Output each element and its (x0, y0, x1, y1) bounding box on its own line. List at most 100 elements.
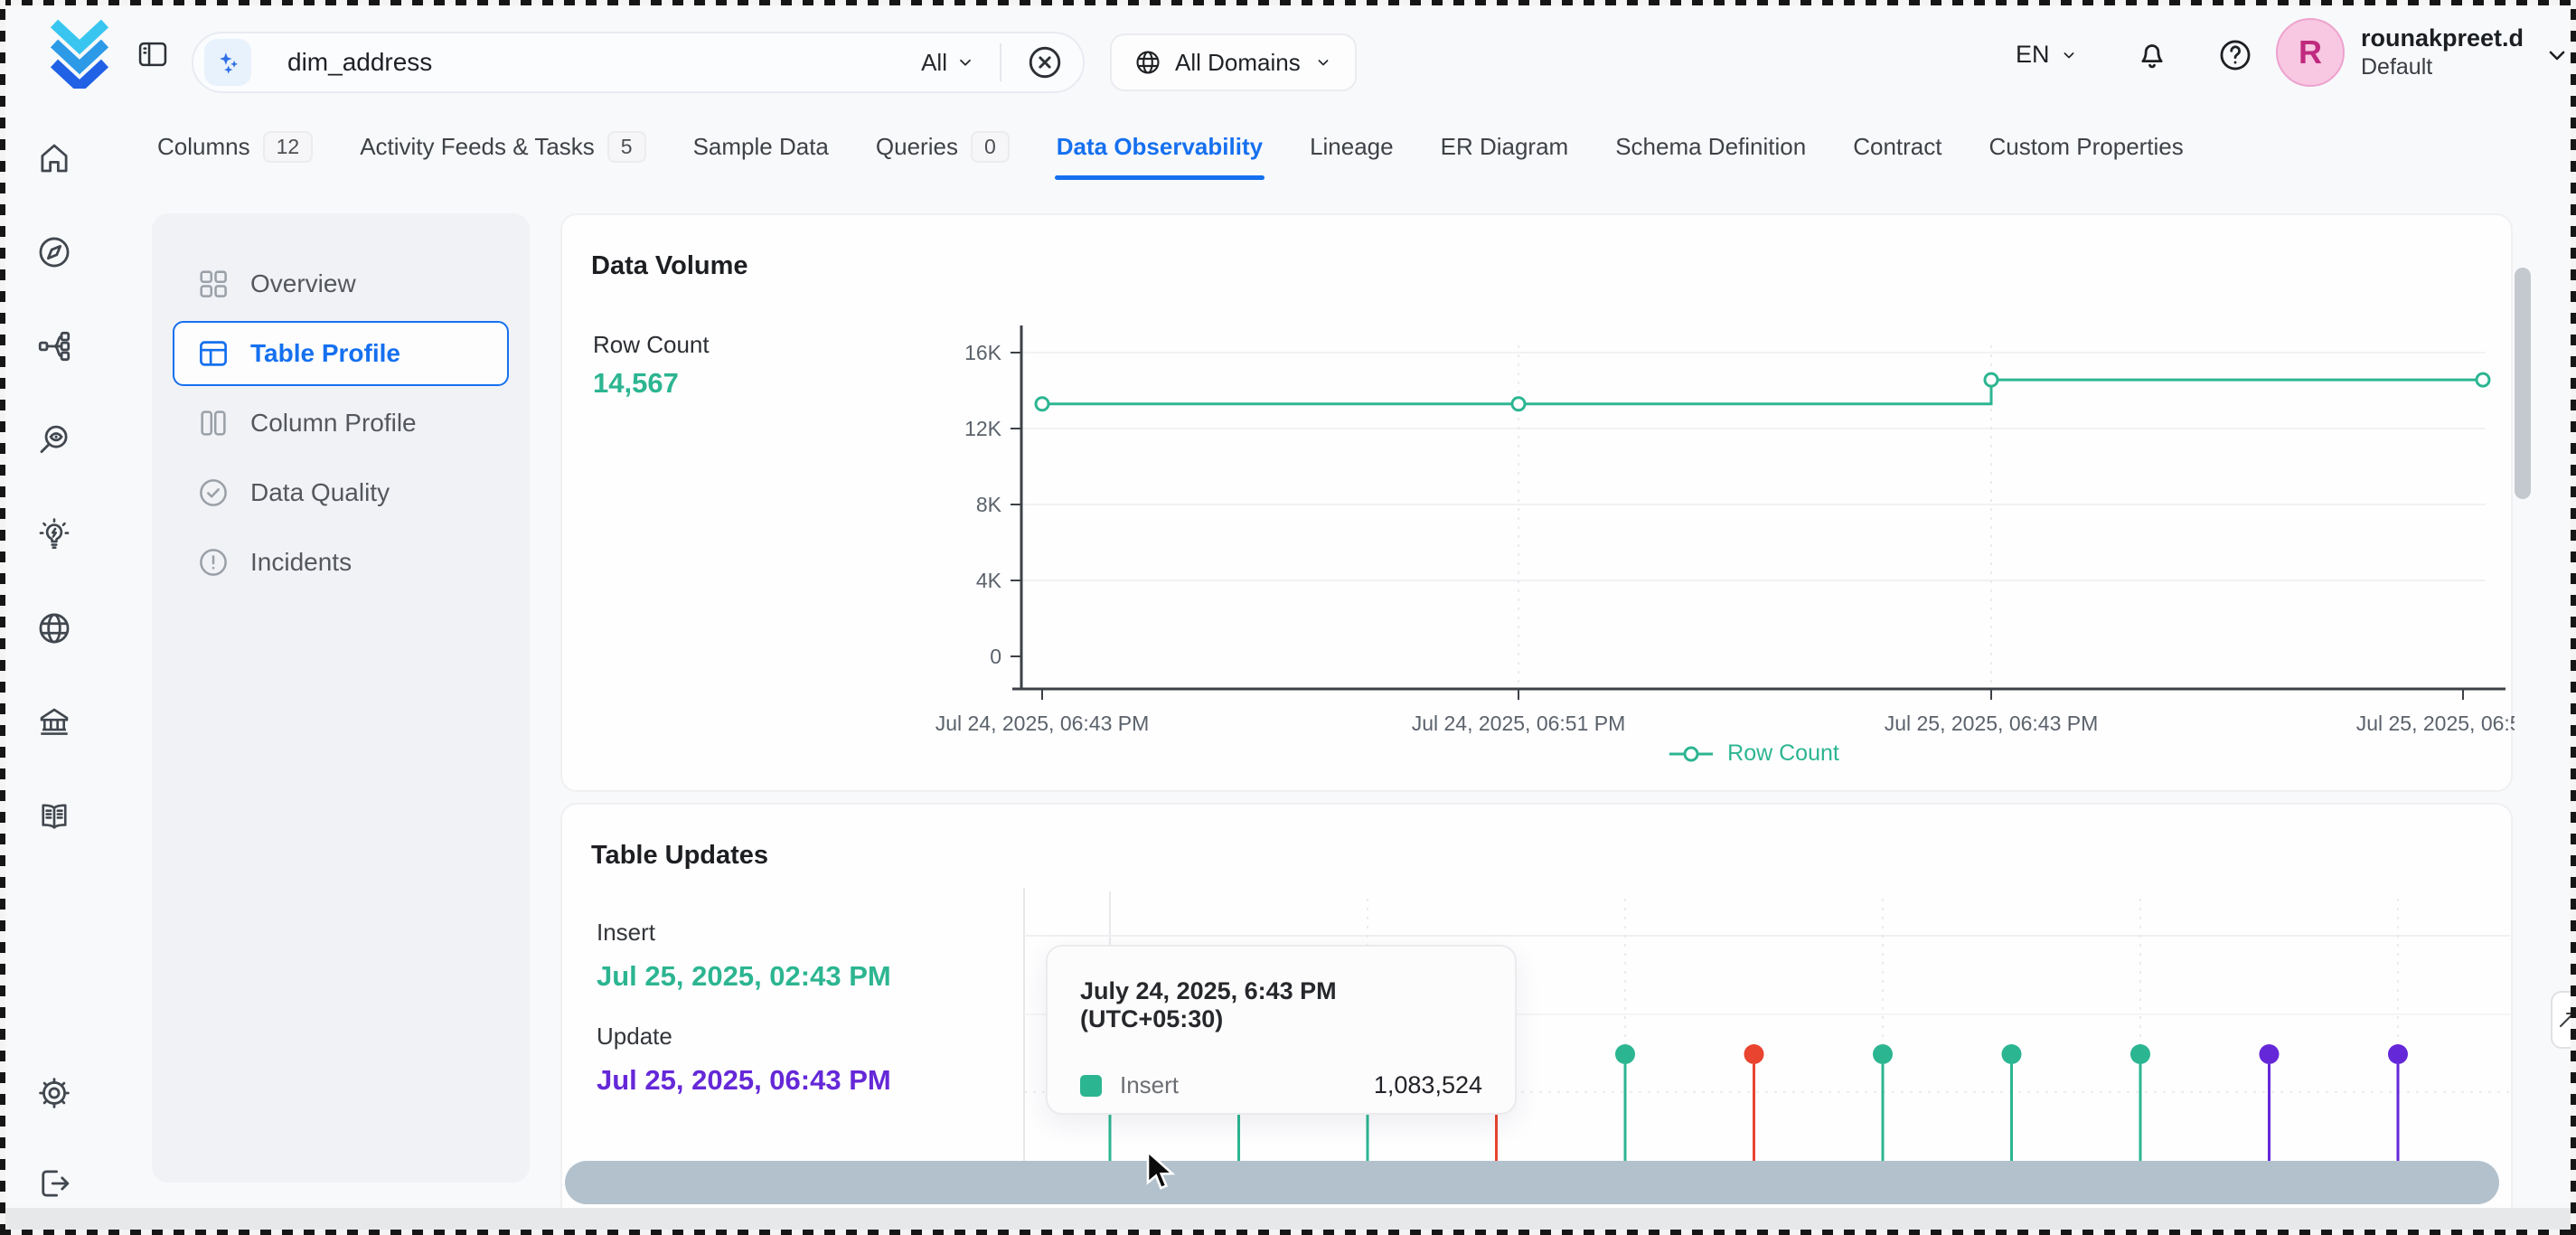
tab-label: Contract (1853, 133, 1941, 161)
tab-label: ER Diagram (1441, 133, 1569, 161)
data-volume-card: Data Volume Row Count 14,567 04K8K12K16K… (560, 213, 2513, 792)
chart-tooltip: July 24, 2025, 6:43 PM (UTC+05:30) Inser… (1046, 945, 1517, 1115)
svg-text:0: 0 (990, 645, 1001, 668)
globe-icon (35, 609, 73, 647)
tab-sample-data[interactable]: Sample Data (691, 108, 831, 184)
row-count-line-chart[interactable]: 04K8K12K16KJul 24, 2025, 06:43 PMJul 24,… (562, 215, 2515, 794)
rail-item-flow[interactable] (35, 327, 73, 365)
rail-item-bank[interactable] (35, 703, 73, 741)
tab-label: Custom Properties (1988, 133, 2183, 161)
edge-expand-widget[interactable] (2551, 991, 2576, 1049)
chevron-down-icon (1313, 52, 1333, 72)
rail-item-logout[interactable] (35, 1164, 73, 1202)
legend-line-icon (1668, 744, 1715, 764)
subnav-item-label: Table Profile (250, 339, 400, 368)
subnav-item-overview[interactable]: Overview (173, 251, 509, 316)
grid-icon (196, 267, 230, 301)
tab-label: Data Observability (1057, 133, 1263, 161)
app-logo (40, 18, 119, 93)
rail-item-bulb[interactable] (35, 515, 73, 553)
tab-schema-definition[interactable]: Schema Definition (1613, 108, 1808, 184)
tooltip-row: Insert 1,083,524 (1080, 1071, 1482, 1099)
user-menu[interactable]: R rounakpreet.d Default (2276, 18, 2524, 87)
rail-item-compass[interactable] (35, 233, 73, 271)
gear-icon (35, 1074, 73, 1112)
search-divider (1000, 43, 1001, 81)
book-icon (35, 797, 73, 835)
subnav-item-incidents[interactable]: Incidents (173, 530, 509, 595)
help-icon (2216, 36, 2254, 74)
horizontal-scrollbar-thumb[interactable] (565, 1161, 2499, 1204)
subnav-item-column-profile[interactable]: Column Profile (173, 391, 509, 456)
rail-item-gear[interactable] (35, 1074, 73, 1112)
rail-item-globe[interactable] (35, 609, 73, 647)
tab-activity-feeds-tasks[interactable]: Activity Feeds & Tasks 5 (358, 108, 647, 184)
app-window: All All Domains EN R rounakpreet.d Defau… (0, 0, 2576, 1235)
language-selector[interactable]: EN (2010, 40, 2084, 70)
svg-text:12K: 12K (964, 417, 1002, 440)
tab-contract[interactable]: Contract (1851, 108, 1943, 184)
search-eye-icon (35, 421, 73, 459)
tab-columns[interactable]: Columns 12 (155, 108, 315, 184)
left-rail (0, 108, 108, 1208)
tab-label: Activity Feeds & Tasks (360, 133, 595, 161)
user-menu-caret[interactable] (2542, 40, 2572, 71)
sidebar-toggle-button[interactable] (136, 37, 170, 71)
svg-text:16K: 16K (964, 341, 1002, 364)
tab-lineage[interactable]: Lineage (1308, 108, 1396, 184)
tab-data-observability[interactable]: Data Observability (1055, 108, 1264, 184)
tooltip-value: 1,083,524 (1374, 1071, 1482, 1099)
svg-text:Jul 24, 2025, 06:43 PM: Jul 24, 2025, 06:43 PM (935, 712, 1150, 735)
entity-tab-bar: Columns 12 Activity Feeds & Tasks 5 Samp… (155, 108, 2186, 184)
language-label: EN (2016, 41, 2050, 69)
svg-text:Jul 25, 2025, 06:51 PM: Jul 25, 2025, 06:51 PM (2356, 712, 2515, 735)
user-team: Default (2361, 53, 2524, 81)
tab-er-diagram[interactable]: ER Diagram (1439, 108, 1571, 184)
bulb-icon (35, 515, 73, 553)
subnav-item-table-profile[interactable]: Table Profile (173, 321, 509, 386)
chart-legend[interactable]: Row Count (1021, 740, 2486, 767)
tab-label: Queries (876, 133, 958, 161)
domains-label: All Domains (1175, 49, 1301, 77)
tab-count-badge: 5 (607, 131, 646, 163)
logout-icon (35, 1164, 73, 1202)
svg-text:Jul 24, 2025, 06:51 PM: Jul 24, 2025, 06:51 PM (1412, 712, 1626, 735)
subnav-item-data-quality[interactable]: Data Quality (173, 460, 509, 525)
svg-text:4K: 4K (976, 569, 1002, 592)
rail-item-search-eye[interactable] (35, 421, 73, 459)
rail-item-book[interactable] (35, 797, 73, 835)
user-name: rounakpreet.d (2361, 24, 2524, 54)
bell-icon (2133, 36, 2171, 74)
search-input[interactable] (286, 47, 921, 78)
rail-item-home[interactable] (35, 139, 73, 177)
circle-x-icon (1025, 42, 1065, 82)
panel-left-icon (136, 37, 170, 71)
chevron-down-icon (954, 52, 976, 73)
tab-queries[interactable]: Queries 0 (874, 108, 1011, 184)
tab-label: Schema Definition (1615, 133, 1806, 161)
table-icon (196, 336, 230, 371)
clear-search-button[interactable] (1025, 42, 1065, 82)
notifications-button[interactable] (2133, 36, 2171, 74)
vertical-scrollbar-thumb[interactable] (2515, 268, 2531, 499)
tab-custom-properties[interactable]: Custom Properties (1987, 108, 2185, 184)
insert-swatch (1080, 1075, 1102, 1097)
logo-chevrons-icon (40, 18, 119, 89)
svg-text:Jul 25, 2025, 06:43 PM: Jul 25, 2025, 06:43 PM (1885, 712, 2099, 735)
chevron-down-icon (2059, 45, 2079, 65)
globe-icon (1133, 48, 1162, 77)
help-button[interactable] (2216, 36, 2254, 74)
avatar: R (2276, 18, 2345, 87)
bottom-edge-band (0, 1208, 2576, 1235)
legend-label: Row Count (1727, 740, 1839, 767)
global-search[interactable]: All (192, 32, 1085, 93)
tooltip-series: Insert (1120, 1071, 1179, 1099)
domains-filter-button[interactable]: All Domains (1110, 33, 1357, 91)
tab-label: Lineage (1310, 133, 1394, 161)
search-scope-dropdown[interactable]: All (921, 49, 976, 77)
bank-icon (35, 703, 73, 741)
tab-label: Sample Data (693, 133, 829, 161)
ai-sparkles-icon (204, 39, 251, 86)
tooltip-title: July 24, 2025, 6:43 PM (UTC+05:30) (1080, 977, 1482, 1033)
columns-icon (196, 406, 230, 440)
